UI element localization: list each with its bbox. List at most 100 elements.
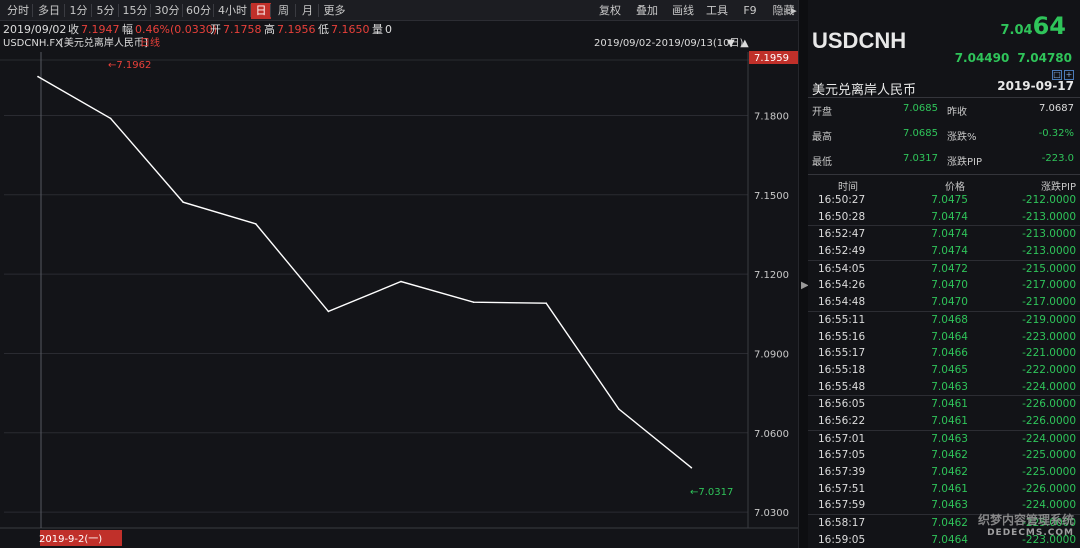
bid-price: 7.04490 (954, 51, 1010, 65)
y-tick-label: 7.0900 (754, 349, 789, 360)
stat-value: -0.32% (1038, 128, 1074, 139)
trade-price: 7.0474 (931, 245, 968, 258)
trade-price: 7.0474 (931, 228, 968, 241)
trade-row[interactable]: 16:54:05 7.0472 -215.0000 (808, 261, 1080, 278)
trade-price: 7.0474 (931, 210, 968, 223)
stat-label: 最低 (812, 157, 832, 168)
trade-change: -215.0000 (1022, 262, 1076, 275)
trade-group: 16:57:01 7.0463 -224.0000 16:57:05 7.0462 -22… (808, 431, 1080, 516)
trade-row[interactable]: 16:50:27 7.0475 -212.0000 (808, 192, 1080, 209)
trade-price: 7.0465 (931, 363, 968, 376)
stat-label: 昨收 (947, 107, 967, 118)
trade-change: -225.0000 (1022, 449, 1076, 462)
trade-price: 7.0461 (931, 398, 968, 411)
chart-area[interactable]: 分时 多日 1分 5分 15分 30分 60分 4小时日周月更多 复权 叠加 画线 工具 F9 隐藏 ▸ 2… (0, 0, 800, 548)
trade-row[interactable]: 16:54:48 7.0470 -217.0000 (808, 294, 1080, 311)
trade-price: 7.0475 (931, 194, 968, 206)
trade-time: 16:56:22 (818, 414, 866, 427)
trade-change: -219.0000 (1022, 313, 1076, 326)
header-price: 价格 (945, 182, 965, 193)
stat-value: 7.0685 (903, 128, 938, 139)
trade-price: 7.0463 (931, 432, 968, 445)
trade-row[interactable]: 16:57:05 7.0462 -225.0000 (808, 447, 1080, 464)
trades-header: 时间 价格 涨跌PIP (808, 176, 1080, 193)
stat-value: -223.0 (1041, 153, 1074, 164)
trade-time: 16:54:26 (818, 279, 866, 292)
trade-price: 7.0461 (931, 482, 968, 495)
trade-row[interactable]: 16:56:05 7.0461 -226.0000 (808, 396, 1080, 413)
trade-change: -226.0000 (1022, 414, 1076, 427)
trade-row[interactable]: 16:52:47 7.0474 -213.0000 (808, 226, 1080, 243)
stat-value: 7.0317 (903, 153, 938, 164)
trade-group: 16:56:05 7.0461 -226.0000 16:56:22 7.0461 -22… (808, 396, 1080, 431)
y-tick-label: 7.1200 (754, 270, 789, 281)
trade-change: -217.0000 (1022, 296, 1076, 309)
symbol-title: USDCNH (812, 28, 907, 53)
trade-time: 16:54:05 (818, 262, 866, 275)
trade-time: 16:57:01 (818, 432, 866, 445)
trade-change: -221.0000 (1022, 347, 1076, 360)
trade-row[interactable]: 16:57:39 7.0462 -225.0000 (808, 464, 1080, 481)
line-chart[interactable]: 7.1800 7.1500 7.1200 7.0900 7.0600 7.0300 7.19… (0, 0, 800, 548)
trade-time: 16:52:47 (818, 228, 866, 241)
trade-change: -212.0000 (1022, 194, 1076, 206)
trade-time: 16:57:51 (818, 482, 866, 495)
trade-group: 16:52:47 7.0474 -213.0000 16:52:49 7.0474 -21… (808, 226, 1080, 261)
trade-price: 7.0463 (931, 380, 968, 393)
symbol-name-cn: 美元兑离岸人民币 (812, 83, 917, 98)
header-time: 时间 (838, 182, 858, 193)
trade-time: 16:55:48 (818, 380, 866, 393)
trade-time: 16:58:17 (818, 517, 866, 530)
trade-time: 16:59:05 (818, 533, 866, 546)
trade-time: 16:57:59 (818, 499, 866, 512)
trade-row[interactable]: 16:57:51 7.0461 -226.0000 (808, 481, 1080, 498)
trade-price: 7.0464 (931, 533, 968, 546)
trade-change: -226.0000 (1022, 482, 1076, 495)
trade-time: 16:52:49 (818, 245, 866, 258)
trade-change: -223.0000 (1022, 330, 1076, 343)
trade-row[interactable]: 16:55:17 7.0466 -221.0000 (808, 345, 1080, 362)
price-point (182, 201, 184, 204)
trade-price: 7.0464 (931, 330, 968, 343)
trade-row[interactable]: 16:57:59 7.0463 -224.0000 (808, 497, 1080, 514)
stat-label: 开盘 (812, 107, 832, 118)
divider (808, 174, 1080, 175)
trade-price: 7.0461 (931, 414, 968, 427)
y-tick-label: 7.1500 (754, 191, 789, 202)
trade-row[interactable]: 16:56:22 7.0461 -226.0000 (808, 413, 1080, 430)
trades-list[interactable]: 16:50:27 7.0475 -212.0000 16:50:28 7.0474 -21… (808, 192, 1080, 548)
trade-change: -224.0000 (1022, 499, 1076, 512)
stat-label: 最高 (812, 132, 832, 143)
price-prefix: 7.04 (1000, 23, 1033, 38)
trade-row[interactable]: 16:55:16 7.0464 -223.0000 (808, 329, 1080, 346)
trade-row[interactable]: 16:52:49 7.0474 -213.0000 (808, 243, 1080, 260)
trade-price: 7.0463 (931, 499, 968, 512)
stat-value: 7.0687 (1039, 103, 1074, 114)
current-value-label: 7.1959 (754, 53, 789, 64)
trade-change: -226.0000 (1022, 398, 1076, 411)
trade-row[interactable]: 16:55:11 7.0468 -219.0000 (808, 312, 1080, 329)
trade-time: 16:55:17 (818, 347, 866, 360)
stat-value: 7.0685 (903, 103, 938, 114)
watermark-line2: DEDECMS.COM (987, 528, 1074, 538)
trade-row[interactable]: 16:55:18 7.0465 -222.0000 (808, 362, 1080, 379)
trade-time: 16:55:11 (818, 313, 866, 326)
price-line (37, 75, 692, 469)
panel-splitter[interactable] (798, 0, 808, 548)
quote-date: 2019-09-17 (997, 79, 1074, 93)
trade-row[interactable]: 16:55:48 7.0463 -224.0000 (808, 379, 1080, 396)
trade-group: 16:54:05 7.0472 -215.0000 16:54:26 7.0470 -21… (808, 261, 1080, 312)
trade-time: 16:55:16 (818, 330, 866, 343)
y-tick-label: 7.0600 (754, 429, 789, 440)
watermark-line1: 织梦内容管理系统 (977, 513, 1074, 527)
trade-row[interactable]: 16:54:26 7.0470 -217.0000 (808, 277, 1080, 294)
trade-row[interactable]: 16:50:28 7.0474 -213.0000 (808, 209, 1080, 226)
price-point (690, 466, 693, 469)
trade-change: -225.0000 (1022, 466, 1076, 478)
price-point (327, 310, 330, 313)
ask-price: 7.04780 (1017, 51, 1072, 65)
price-point (545, 302, 547, 305)
price-point (472, 301, 475, 303)
trade-price: 7.0462 (931, 449, 968, 462)
trade-row[interactable]: 16:57:01 7.0463 -224.0000 (808, 431, 1080, 448)
